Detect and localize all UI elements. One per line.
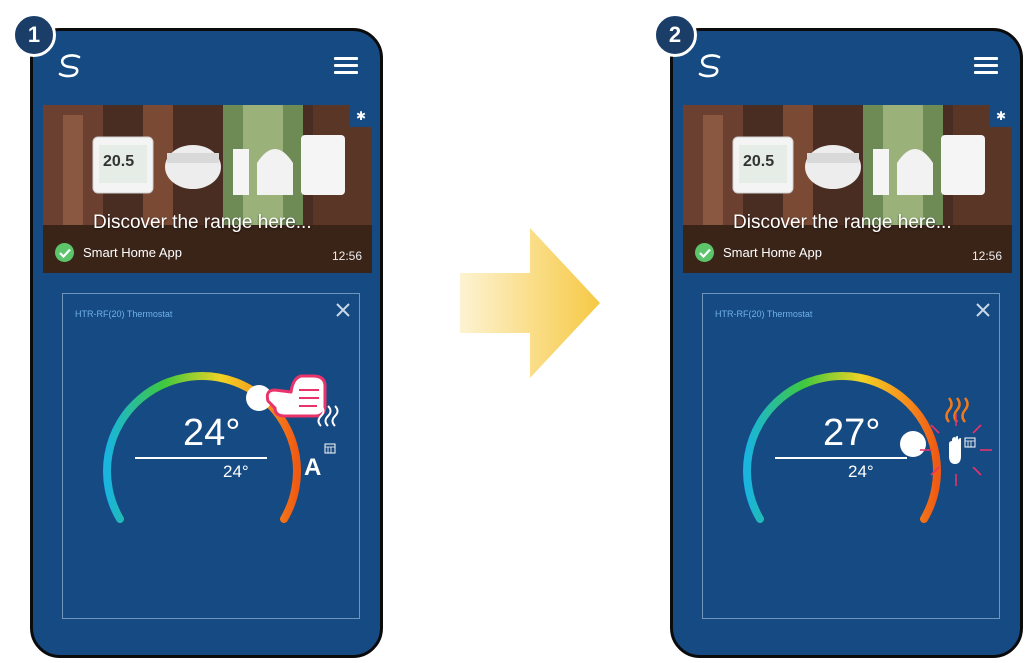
- banner-time: 12:56: [971, 249, 1002, 263]
- banner-thermostat-display: 20.5: [103, 153, 135, 170]
- gear-icon[interactable]: ✱: [350, 105, 372, 127]
- banner-app-name: Smart Home App: [83, 245, 182, 260]
- temperature-divider: [135, 457, 267, 459]
- current-temperature: 24°: [848, 462, 874, 481]
- set-temperature: 24°: [183, 412, 241, 454]
- set-temperature: 27°: [823, 412, 881, 454]
- auto-mode-icon[interactable]: A: [304, 454, 321, 482]
- gear-icon[interactable]: ✱: [990, 105, 1012, 127]
- step-badge-2: 2: [653, 13, 697, 57]
- current-temperature: 24°: [223, 462, 249, 481]
- banner-headline: Discover the range here...: [93, 212, 312, 233]
- manual-mode-hand-icon[interactable]: [920, 414, 992, 486]
- heating-active-icon: [945, 397, 969, 423]
- promo-banner[interactable]: 20.5 ✱ Discover the range here... Smart …: [683, 105, 1012, 273]
- thermostat-card[interactable]: HTR-RF(20) Thermostat: [62, 293, 360, 619]
- check-icon: [55, 243, 74, 262]
- next-step-arrow-icon: [460, 228, 600, 378]
- hamburger-menu-icon[interactable]: [974, 57, 998, 75]
- schedule-calendar-icon: [324, 443, 336, 454]
- pointing-hand-icon: [265, 374, 327, 418]
- phone-screen-step-2: 20.5 ✱ Discover the range here... Smart …: [670, 28, 1023, 658]
- promo-banner[interactable]: 20.5 ✱ Discover the range here... Smart …: [43, 105, 372, 273]
- banner-thermostat-display: 20.5: [743, 153, 775, 170]
- thermostat-card[interactable]: HTR-RF(20) Thermostat: [702, 293, 1000, 619]
- banner-headline: Discover the range here...: [733, 212, 952, 233]
- step-badge-1: 1: [12, 13, 56, 57]
- phone-screen-step-1: 20.5 ✱ Discover the range here... Smart …: [30, 28, 383, 658]
- banner-app-name: Smart Home App: [723, 245, 822, 260]
- temperature-divider: [775, 457, 907, 459]
- banner-time: 12:56: [331, 249, 362, 263]
- check-icon: [695, 243, 714, 262]
- app-logo-icon: [58, 54, 81, 78]
- dial-handle[interactable]: [900, 431, 926, 457]
- hamburger-menu-icon[interactable]: [334, 57, 358, 75]
- app-logo-icon: [698, 54, 721, 78]
